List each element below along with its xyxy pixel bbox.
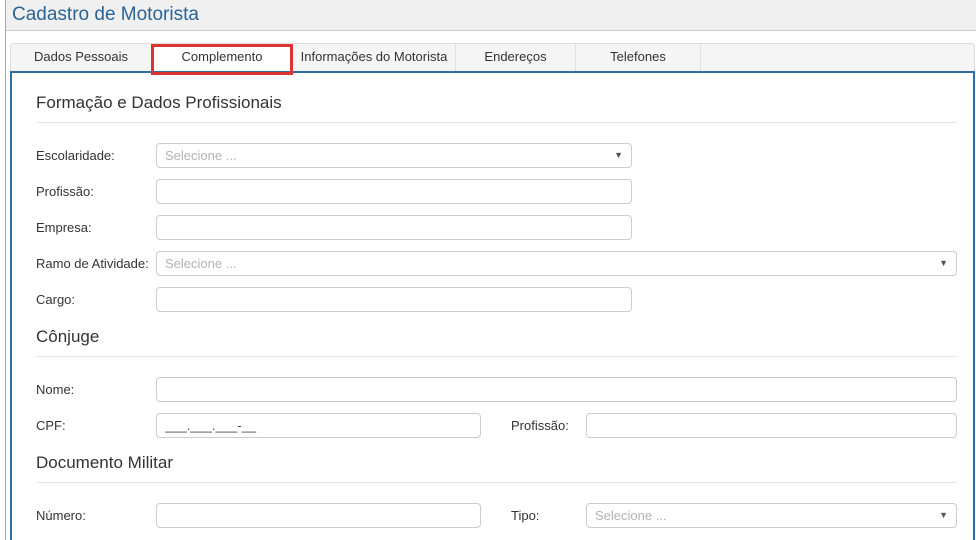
tab-label: Telefones — [610, 49, 666, 64]
form-row-empresa: Empresa: — [36, 215, 957, 240]
section-title-conjuge: Cônjuge — [36, 327, 957, 357]
conjuge-cpf-input[interactable] — [156, 413, 481, 438]
field-label: Número: — [36, 508, 156, 523]
tab-label: Endereços — [484, 49, 546, 64]
section-title-documento-militar: Documento Militar — [36, 453, 957, 483]
tab-label: Complemento — [182, 49, 263, 64]
form-row-numero-tipo: Número: Tipo: Selecione ... ▼ — [36, 503, 957, 528]
select-placeholder: Selecione ... — [165, 148, 237, 163]
form-row-cargo: Cargo: — [36, 287, 957, 312]
militar-tipo-select[interactable]: Selecione ... ▼ — [586, 503, 957, 528]
form-row-escolaridade: Escolaridade: Selecione ... ▼ — [36, 143, 957, 168]
tab-complemento[interactable]: Complemento — [152, 44, 293, 71]
page-title: Cadastro de Motorista — [12, 4, 199, 26]
field-label: CPF: — [36, 418, 156, 433]
tab-label: Dados Pessoais — [34, 49, 128, 64]
form-row-profissao: Profissão: — [36, 179, 957, 204]
tab-bar: Dados Pessoais Complemento Informações d… — [10, 43, 975, 71]
cargo-input[interactable] — [156, 287, 632, 312]
chevron-down-icon: ▼ — [939, 511, 948, 520]
select-placeholder: Selecione ... — [165, 256, 237, 271]
form-row-ramo-de-atividade: Ramo de Atividade: Selecione ... ▼ — [36, 251, 957, 276]
chevron-down-icon: ▼ — [939, 259, 948, 268]
tab-dados-pessoais[interactable]: Dados Pessoais — [11, 44, 152, 71]
field-label: Empresa: — [36, 220, 156, 235]
ramo-de-atividade-select[interactable]: Selecione ... ▼ — [156, 251, 957, 276]
militar-numero-input[interactable] — [156, 503, 481, 528]
empresa-input[interactable] — [156, 215, 632, 240]
chevron-down-icon: ▼ — [614, 151, 623, 160]
escolaridade-select[interactable]: Selecione ... ▼ — [156, 143, 632, 168]
field-label: Cargo: — [36, 292, 156, 307]
conjuge-profissao-input[interactable] — [586, 413, 957, 438]
tab-telefones[interactable]: Telefones — [576, 44, 701, 71]
section-title-formacao: Formação e Dados Profissionais — [36, 93, 957, 123]
field-label: Nome: — [36, 382, 156, 397]
tab-label: Informações do Motorista — [301, 49, 448, 64]
tab-content-panel: Formação e Dados Profissionais Escolarid… — [10, 71, 975, 540]
form-row-nome: Nome: — [36, 377, 957, 402]
field-label: Profissão: — [511, 418, 586, 433]
tab-informacoes-do-motorista[interactable]: Informações do Motorista — [293, 44, 456, 71]
field-label: Ramo de Atividade: — [36, 256, 156, 271]
tab-enderecos[interactable]: Endereços — [456, 44, 576, 71]
select-placeholder: Selecione ... — [595, 508, 667, 523]
page-header: Cadastro de Motorista — [6, 0, 976, 31]
profissao-input[interactable] — [156, 179, 632, 204]
conjuge-nome-input[interactable] — [156, 377, 957, 402]
form-row-cpf-profissao: CPF: Profissão: — [36, 413, 957, 438]
field-label: Profissão: — [36, 184, 156, 199]
field-label: Escolaridade: — [36, 148, 156, 163]
window-left-border — [5, 0, 6, 540]
field-label: Tipo: — [511, 508, 586, 523]
